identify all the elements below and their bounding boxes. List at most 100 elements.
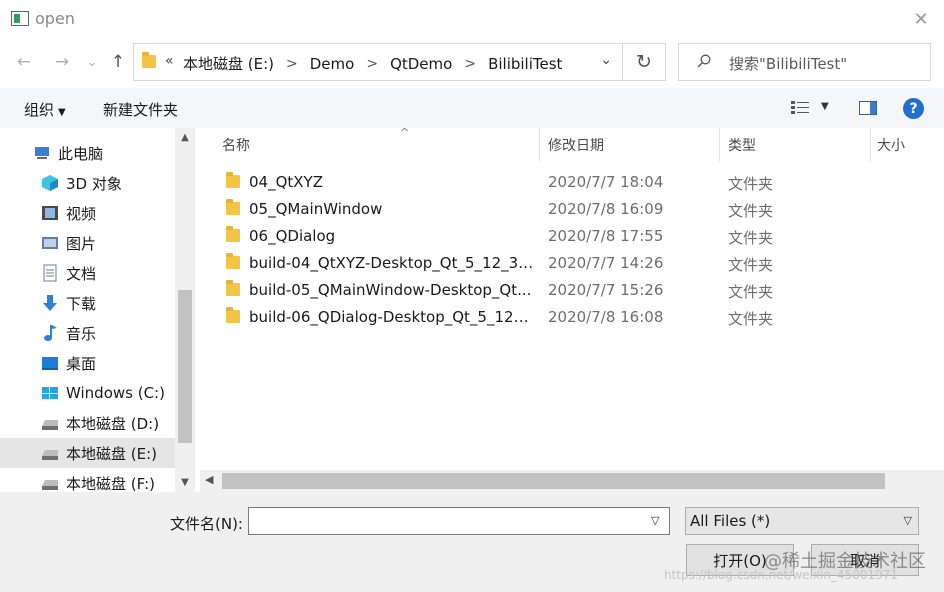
close-button[interactable]: ✕ [898,0,944,38]
chevron-right-icon[interactable]: > [464,56,476,72]
file-row[interactable]: 04_QtXYZ 2020/7/7 18:04 文件夹 [195,169,944,196]
filter-value: All Files (*) [690,512,771,530]
window-title: open [35,9,75,28]
column-header-name[interactable]: 名称 ^ [222,126,537,162]
sidebar-item-desktop[interactable]: 桌面 [0,348,175,378]
folder-icon [142,52,156,68]
help-button[interactable]: ? [903,98,924,119]
scroll-down-icon[interactable]: ▼ [175,477,195,488]
folder-icon [226,199,240,215]
scroll-up-icon[interactable]: ▲ [175,132,195,143]
file-type-filter[interactable]: All Files (*) ▽ [685,507,919,535]
file-type: 文件夹 [728,202,774,220]
organize-button[interactable]: 组织 ▼ [24,99,66,120]
file-type: 文件夹 [728,283,774,301]
file-row[interactable]: build-04_QtXYZ-Desktop_Qt_5_12_3_... 202… [195,250,944,277]
sidebar-item-label: 图片 [66,234,97,253]
file-name: 05_QMainWindow [249,200,383,218]
sidebar-item-label: 音乐 [66,324,97,343]
file-date: 2020/7/7 15:26 [548,281,664,299]
scrollbar-thumb[interactable] [222,473,885,489]
scrollbar-thumb[interactable] [178,290,192,443]
file-date: 2020/7/8 17:55 [548,227,664,245]
sidebar-item-3d-objects[interactable]: 3D 对象 [0,168,175,198]
filename-input[interactable] [248,507,670,535]
column-header-type[interactable]: 类型 [728,128,868,162]
sidebar-item-windows-c[interactable]: Windows (C:) [0,378,175,408]
view-options-icon[interactable] [791,101,809,115]
scroll-left-icon[interactable]: ◀ [205,473,213,486]
app-icon [11,11,29,26]
music-icon [44,325,57,341]
address-bar[interactable]: « 本地磁盘 (E:) > Demo > QtDemo > BilibiliTe… [133,43,623,81]
refresh-button[interactable]: ↻ [623,43,666,81]
sidebar-item-label: 本地磁盘 (D:) [66,414,160,433]
chevron-right-icon[interactable]: > [286,56,298,72]
file-row[interactable]: build-05_QMainWindow-Desktop_Qt... 2020/… [195,277,944,304]
file-row[interactable]: 05_QMainWindow 2020/7/8 16:09 文件夹 [195,196,944,223]
file-date: 2020/7/8 16:08 [548,308,664,326]
search-input[interactable]: 搜索"BilibiliTest" [678,43,931,81]
breadcrumb-item[interactable]: BilibiliTest [488,55,562,73]
command-bar: 组织 ▼ 新建文件夹 ▼ [0,88,944,128]
file-name: build-04_QtXYZ-Desktop_Qt_5_12_3_... [249,254,535,272]
computer-icon [35,147,49,159]
column-header-label: 大小 [877,138,905,154]
drive-icon [42,420,58,430]
breadcrumb-item[interactable]: QtDemo [390,55,452,73]
folder-icon [226,307,240,323]
sidebar-item-music[interactable]: 音乐 [0,318,175,348]
breadcrumb: 本地磁盘 (E:) > Demo > QtDemo > BilibiliTest [183,53,562,74]
dialog-footer: 文件名(N): ▽ All Files (*) ▽ 打开(O) 取消 @稀土掘金… [0,492,944,592]
new-folder-button[interactable]: 新建文件夹 [103,99,178,120]
back-button[interactable]: ← [12,48,36,76]
chevron-down-icon[interactable]: ▽ [651,514,659,527]
caret-down-icon: ▼ [58,107,66,118]
sidebar-item-label: 视频 [66,204,97,223]
up-button[interactable]: ↑ [106,48,130,76]
forward-button[interactable]: → [50,48,74,76]
preview-pane-icon[interactable] [859,101,877,115]
navigation-pane: 此电脑 3D 对象 视频 图片 文档 下载 音乐 桌面 Windows (C:)… [0,128,195,492]
file-name: 04_QtXYZ [249,173,323,191]
sidebar-item-label: 本地磁盘 (F:) [66,474,155,493]
sidebar-item-videos[interactable]: 视频 [0,198,175,228]
3d-objects-icon [42,175,58,191]
sidebar-item-label: 3D 对象 [66,174,122,193]
breadcrumb-item[interactable]: Demo [310,55,355,73]
folder-icon [226,280,240,296]
organize-label: 组织 [24,101,55,119]
sidebar-item-drive-f[interactable]: 本地磁盘 (F:) [0,468,175,492]
sidebar-item-drive-d[interactable]: 本地磁盘 (D:) [0,408,175,438]
sidebar-item-label: Windows (C:) [66,384,165,402]
sidebar-item-label: 本地磁盘 (E:) [66,444,158,463]
column-header-label: 修改日期 [548,138,604,154]
sidebar-item-this-pc[interactable]: 此电脑 [0,138,175,168]
file-type: 文件夹 [728,175,774,193]
column-divider[interactable] [870,128,871,162]
desktop-icon [42,357,58,370]
file-row[interactable]: 06_QDialog 2020/7/8 17:55 文件夹 [195,223,944,250]
sidebar-item-documents[interactable]: 文档 [0,258,175,288]
column-header-size[interactable]: 大小 [877,128,937,162]
sidebar-scrollbar[interactable]: ▲ ▼ [175,128,195,492]
downloads-icon [43,295,57,311]
breadcrumb-item[interactable]: 本地磁盘 (E:) [183,53,274,74]
breadcrumb-overflow[interactable]: « [165,53,174,69]
column-divider[interactable] [539,128,540,162]
sidebar-item-pictures[interactable]: 图片 [0,228,175,258]
file-row[interactable]: build-06_QDialog-Desktop_Qt_5_12_... 202… [195,304,944,331]
windows-drive-icon [42,387,58,399]
column-header-date[interactable]: 修改日期 [548,128,718,162]
sidebar-item-downloads[interactable]: 下载 [0,288,175,318]
search-icon [697,54,711,68]
column-divider[interactable] [719,128,720,162]
horizontal-scrollbar[interactable]: ◀ [200,470,944,492]
recent-locations-button[interactable]: ⌄ [80,48,104,76]
drive-icon [42,450,58,460]
sidebar-item-drive-e[interactable]: 本地磁盘 (E:) [0,438,175,468]
chevron-right-icon[interactable]: > [366,56,378,72]
drive-icon [42,480,58,490]
chevron-down-icon[interactable]: ⌄ [600,52,612,68]
view-dropdown-icon[interactable]: ▼ [821,101,829,112]
